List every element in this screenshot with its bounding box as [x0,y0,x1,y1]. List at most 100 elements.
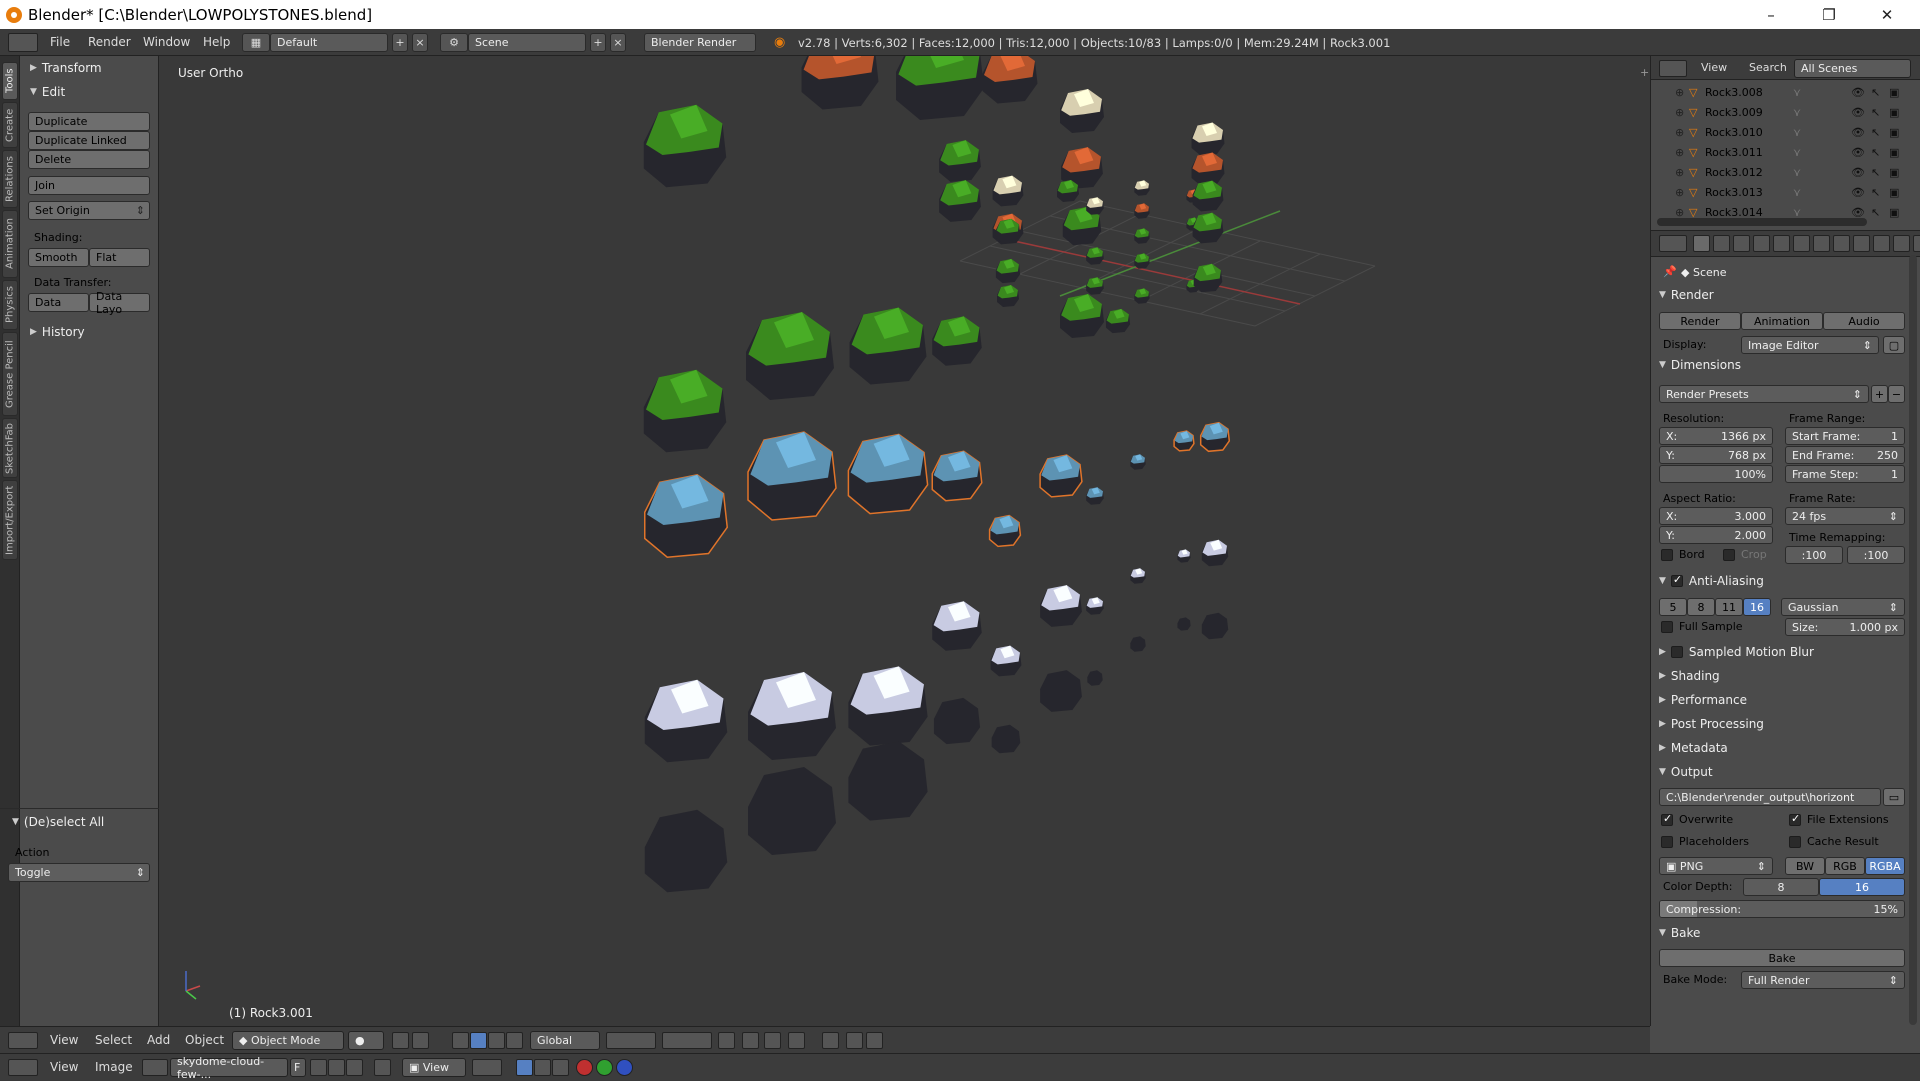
manipulator-toggle-icon[interactable] [412,1032,429,1049]
cursor-icon[interactable]: ↖ [1871,206,1880,219]
tab-import-export[interactable]: Import/Export [2,480,18,560]
motion-blur-checkbox[interactable] [1670,646,1683,658]
motion-blur-panel-header[interactable]: ▶ Sampled Motion Blur [1659,642,1913,662]
green-channel-icon[interactable] [596,1059,613,1076]
panel-edit[interactable]: ▼ Edit [20,82,159,102]
render-camera-icon[interactable]: ▣ [1889,86,1899,99]
bake-button[interactable]: Bake [1659,949,1905,967]
data-context-icon[interactable] [1833,235,1850,252]
outliner-row[interactable]: ⊕ ▽ Rock3.012 ⋎ 👁 ↖ ▣ [1651,162,1907,182]
cursor-icon[interactable]: ↖ [1871,126,1880,139]
outliner-editor-icon[interactable] [1659,60,1687,77]
resolution-y-field[interactable]: Y: 768 px [1659,446,1773,464]
outliner-row[interactable]: ⊕ ▽ Rock3.008 ⋎ 👁 ↖ ▣ [1651,82,1907,102]
color-rgba-button[interactable]: RGBA [1865,857,1905,875]
frame-rate-select[interactable]: 24 fps ⇕ [1785,507,1905,525]
proportional-editing-icon[interactable] [742,1032,759,1049]
3d-select-menu[interactable]: Select [95,1033,132,1047]
object-mode-select[interactable]: ◆ Object Mode [232,1031,344,1050]
opengl-anim-icon[interactable] [846,1032,863,1049]
color-depth-16-button[interactable]: 16 [1819,878,1905,896]
join-button[interactable]: Join [28,176,150,195]
metadata-panel-header[interactable]: ▶ Metadata [1659,738,1913,758]
output-panel-header[interactable]: ▼ Output [1659,762,1913,782]
delete-scene-icon[interactable]: × [610,33,626,52]
3d-view-menu[interactable]: View [50,1033,78,1047]
outliner-filter-select[interactable]: All Scenes [1794,59,1911,78]
outliner-scrollbar[interactable] [1657,218,1867,226]
color-bw-button[interactable]: BW [1785,857,1825,875]
translate-manipulator-icon[interactable] [452,1032,469,1049]
menu-file[interactable]: File [40,35,80,49]
folder-icon[interactable]: ▭ [1883,788,1905,806]
file-extensions-checkbox[interactable]: File Extensions [1789,812,1889,826]
add-scene-icon[interactable]: + [590,33,606,52]
time-remap-new-field[interactable]: :100 [1847,546,1905,564]
minimize-button[interactable]: – [1742,0,1800,29]
expand-icon[interactable]: ⊕ [1675,86,1684,99]
cursor-icon[interactable]: ↖ [1871,186,1880,199]
material-context-icon[interactable] [1853,235,1870,252]
bake-mode-select[interactable]: Full Render ⇕ [1741,971,1905,989]
tab-tools[interactable]: Tools [2,62,18,100]
render-button[interactable]: Render [1659,312,1741,330]
time-remap-old-field[interactable]: :100 [1785,546,1843,564]
cursor-icon[interactable]: ↖ [1871,146,1880,159]
aa-size-field[interactable]: Size: 1.000 px [1785,618,1905,636]
viewport-shading-select[interactable]: ● [348,1031,384,1050]
cursor-icon[interactable]: ↖ [1871,106,1880,119]
tab-relations[interactable]: Relations [2,150,18,208]
set-origin-select[interactable]: Set Origin ⇕ [28,201,150,220]
eye-icon[interactable]: 👁 [1851,186,1865,199]
image-name-field[interactable]: skydome-cloud-few-... [170,1055,288,1081]
flat-button[interactable]: Flat [89,248,150,267]
render-context-icon[interactable] [1693,235,1710,252]
render-camera-icon[interactable]: ▣ [1889,186,1899,199]
fake-user-button[interactable]: F [290,1058,306,1077]
delete-layout-icon[interactable]: × [412,33,428,52]
aa-filter-select[interactable]: Gaussian ⇕ [1781,598,1905,616]
border-checkbox[interactable]: Bord [1661,548,1705,561]
post-processing-panel-header[interactable]: ▶ Post Processing [1659,714,1913,734]
render-camera-icon[interactable]: ▣ [1889,146,1899,159]
tab-sketchfab[interactable]: SketchFab [2,418,18,478]
file-format-select[interactable]: ▣ PNG ⇕ [1659,857,1773,875]
screen-layout-field[interactable]: Default [270,33,388,52]
scene-context-icon[interactable] [1733,235,1750,252]
render-engine-select[interactable]: Blender Render [644,33,756,52]
snap-toggle-icon[interactable] [764,1032,781,1049]
outliner-search-menu[interactable]: Search [1749,61,1787,74]
properties-scrollbar[interactable] [1909,255,1917,1025]
snap-element-icon[interactable] [788,1032,805,1049]
expand-icon[interactable]: ⊕ [1675,106,1684,119]
aspect-y-field[interactable]: Y: 2.000 [1659,526,1773,544]
3d-editor-type-icon[interactable] [8,1032,38,1049]
dimensions-panel-header[interactable]: ▼ Dimensions [1659,355,1913,375]
output-path-field[interactable]: C:\Blender\render_output\horizont [1659,788,1881,806]
menu-help[interactable]: Help [193,35,240,49]
cursor-icon[interactable]: ↖ [1871,166,1880,179]
full-sample-checkbox[interactable]: Full Sample [1661,620,1743,633]
physics-context-icon[interactable] [1913,235,1920,252]
eye-icon[interactable]: 👁 [1851,126,1865,139]
cache-result-checkbox[interactable]: Cache Result [1789,835,1879,848]
menu-window[interactable]: Window [133,35,200,49]
particles-context-icon[interactable] [1893,235,1910,252]
duplicate-button[interactable]: Duplicate [28,112,150,131]
camera-icon[interactable] [866,1032,883,1049]
eye-icon[interactable]: 👁 [1851,86,1865,99]
data-button[interactable]: Data [28,293,89,312]
render-camera-icon[interactable]: ▣ [1889,166,1899,179]
pivot-select-icon[interactable] [472,1059,502,1076]
outliner-row[interactable]: ⊕ ▽ Rock3.009 ⋎ 👁 ↖ ▣ [1651,102,1907,122]
crop-checkbox[interactable]: Crop [1723,548,1767,561]
eye-icon[interactable]: 👁 [1851,106,1865,119]
shading-panel-header[interactable]: ▶ Shading [1659,666,1913,686]
anti-aliasing-checkbox[interactable] [1670,573,1683,587]
render-camera-icon[interactable]: ▣ [1889,206,1899,219]
scene-layers-2-icon[interactable] [662,1032,712,1049]
outliner-row[interactable]: ⊕ ▽ Rock3.013 ⋎ 👁 ↖ ▣ [1651,182,1907,202]
close-button[interactable]: ✕ [1858,0,1916,29]
eye-icon[interactable]: 👁 [1851,206,1865,219]
lock-layers-icon[interactable] [718,1032,735,1049]
